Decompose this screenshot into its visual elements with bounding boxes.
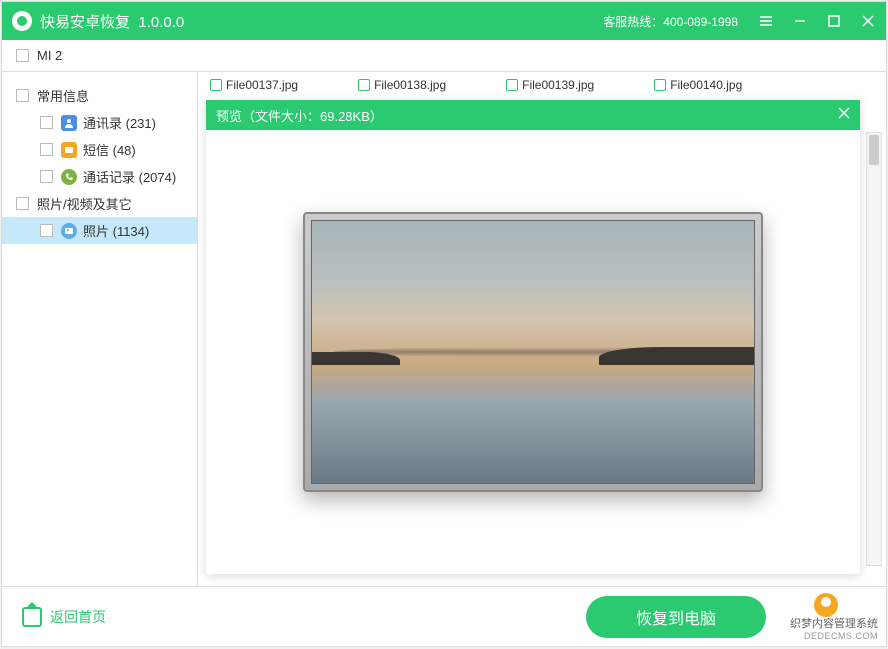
scrollbar[interactable] — [866, 132, 882, 566]
maximize-button[interactable] — [826, 13, 842, 29]
file-grid: File00137.jpg File00138.jpg File00139.jp… — [198, 72, 886, 98]
menu-button[interactable] — [758, 13, 774, 29]
back-label: 返回首页 — [50, 607, 106, 627]
close-button[interactable] — [860, 13, 876, 29]
preview-modal: 预览（文件大小：69.28KB） — [206, 100, 860, 574]
sidebar-item-contacts[interactable]: 通讯录 (231) — [2, 109, 197, 136]
file-name: File00139.jpg — [522, 78, 594, 92]
app-logo-icon — [12, 11, 32, 31]
back-home-button[interactable]: 返回首页 — [22, 607, 106, 627]
content-area: File00137.jpg File00138.jpg File00139.jp… — [198, 72, 886, 586]
file-checkbox[interactable] — [506, 79, 518, 91]
preview-image-frame — [303, 212, 763, 492]
device-checkbox[interactable] — [16, 49, 29, 62]
preview-image — [311, 220, 755, 484]
app-title: 快易安卓恢复 1.0.0.0 — [40, 11, 184, 32]
sidebar: 常用信息 通讯录 (231) 短信 (48) — [2, 72, 198, 586]
item-checkbox[interactable] — [40, 224, 53, 237]
category-media[interactable]: 照片/视频及其它 — [2, 190, 197, 217]
file-name: File00140.jpg — [670, 78, 742, 92]
file-name: File00137.jpg — [226, 78, 298, 92]
home-icon — [22, 607, 42, 627]
recover-button[interactable]: 恢复到电脑 — [586, 596, 766, 638]
sidebar-item-sms[interactable]: 短信 (48) — [2, 136, 197, 163]
category-label: 照片/视频及其它 — [37, 194, 132, 213]
preview-header: 预览（文件大小：69.28KB） — [206, 100, 860, 130]
category-common[interactable]: 常用信息 — [2, 82, 197, 109]
file-checkbox[interactable] — [358, 79, 370, 91]
file-item[interactable]: File00139.jpg — [506, 78, 594, 92]
device-name: MI 2 — [37, 48, 62, 63]
category-label: 常用信息 — [37, 86, 89, 105]
footer: 返回首页 恢复到电脑 织梦内容管理系统 DEDECMS.COM — [2, 586, 886, 646]
item-label: 通话记录 (2074) — [83, 167, 176, 186]
contacts-icon — [61, 115, 77, 131]
sidebar-item-calllog[interactable]: 通话记录 (2074) — [2, 163, 197, 190]
preview-title: 预览（文件大小：69.28KB） — [216, 106, 383, 125]
item-label: 照片 (1134) — [83, 221, 149, 240]
photo-icon — [61, 223, 77, 239]
watermark: 织梦内容管理系统 DEDECMS.COM — [790, 618, 878, 642]
file-checkbox[interactable] — [210, 79, 222, 91]
device-bar: MI 2 — [2, 40, 886, 72]
preview-body — [206, 130, 860, 574]
titlebar: 快易安卓恢复 1.0.0.0 客服热线：400-089-1998 — [2, 2, 886, 40]
minimize-button[interactable] — [792, 13, 808, 29]
file-item[interactable]: File00140.jpg — [654, 78, 742, 92]
item-label: 短信 (48) — [83, 140, 136, 159]
preview-close-button[interactable] — [838, 106, 850, 124]
item-label: 通讯录 (231) — [83, 113, 156, 132]
item-checkbox[interactable] — [40, 116, 53, 129]
item-checkbox[interactable] — [40, 170, 53, 183]
category-checkbox[interactable] — [16, 89, 29, 102]
file-item[interactable]: File00137.jpg — [210, 78, 298, 92]
hotline-label: 客服热线：400-089-1998 — [603, 13, 738, 30]
file-checkbox[interactable] — [654, 79, 666, 91]
scrollbar-thumb[interactable] — [869, 135, 879, 165]
file-item[interactable]: File00138.jpg — [358, 78, 446, 92]
category-checkbox[interactable] — [16, 197, 29, 210]
phone-icon — [61, 169, 77, 185]
file-name: File00138.jpg — [374, 78, 446, 92]
sms-icon — [61, 142, 77, 158]
item-checkbox[interactable] — [40, 143, 53, 156]
support-icon[interactable] — [814, 593, 838, 617]
sidebar-item-photos[interactable]: 照片 (1134) — [2, 217, 197, 244]
